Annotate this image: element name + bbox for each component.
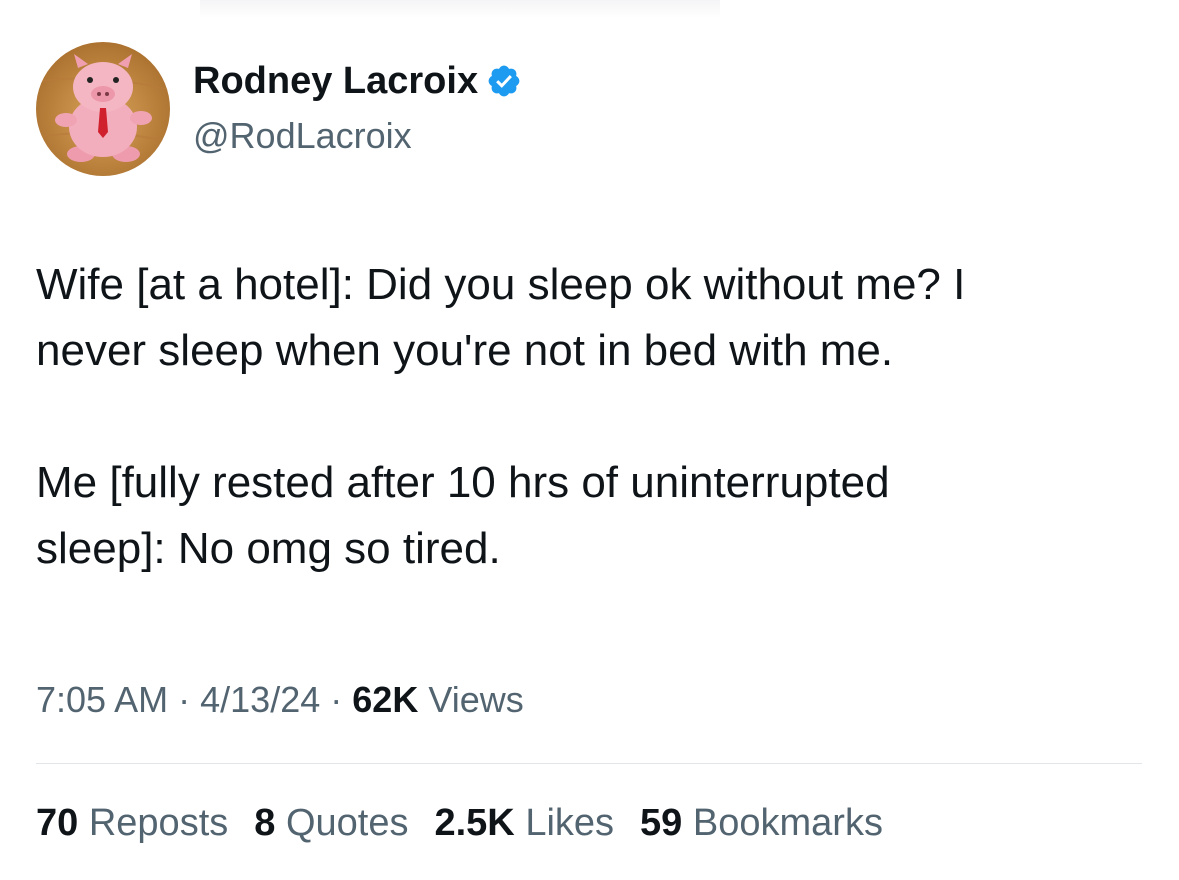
bookmarks-label: Bookmarks	[692, 802, 883, 844]
reposts-label: Reposts	[88, 802, 229, 844]
verified-badge-icon	[488, 65, 520, 97]
top-edge-shade	[200, 0, 720, 18]
engagement-stats: 70 Reposts 8 Quotes 2.5K Likes 59 Bookma…	[36, 799, 909, 847]
avatar[interactable]	[36, 42, 170, 176]
reposts-count: 70	[36, 802, 79, 844]
tweet-time[interactable]: 7:05 AM	[36, 679, 168, 720]
reposts-stat[interactable]: 70 Reposts	[36, 799, 228, 847]
author-handle[interactable]: @RodLacroix	[193, 113, 412, 159]
views-count: 62K	[352, 679, 419, 720]
likes-count: 2.5K	[434, 802, 515, 844]
views-label: Views	[428, 679, 524, 720]
author-display-name[interactable]: Rodney Lacroix	[193, 57, 478, 105]
tweet-text: Wife [at a hotel]: Did you sleep ok with…	[36, 260, 966, 573]
meta-separator: ·	[178, 679, 191, 720]
bookmarks-stat[interactable]: 59 Bookmarks	[640, 799, 883, 847]
quotes-label: Quotes	[285, 802, 409, 844]
pig-figurine-avatar-image	[36, 42, 170, 176]
tweet-meta: 7:05 AM · 4/13/24 · 62K Views	[36, 677, 524, 723]
author-name-row[interactable]: Rodney Lacroix	[193, 57, 522, 105]
quotes-count: 8	[254, 802, 276, 844]
likes-label: Likes	[525, 802, 615, 844]
meta-separator: ·	[330, 679, 343, 720]
divider	[36, 763, 1142, 764]
bookmarks-count: 59	[640, 802, 683, 844]
likes-stat[interactable]: 2.5K Likes	[434, 799, 614, 847]
tweet-date[interactable]: 4/13/24	[200, 679, 320, 720]
quotes-stat[interactable]: 8 Quotes	[254, 799, 408, 847]
